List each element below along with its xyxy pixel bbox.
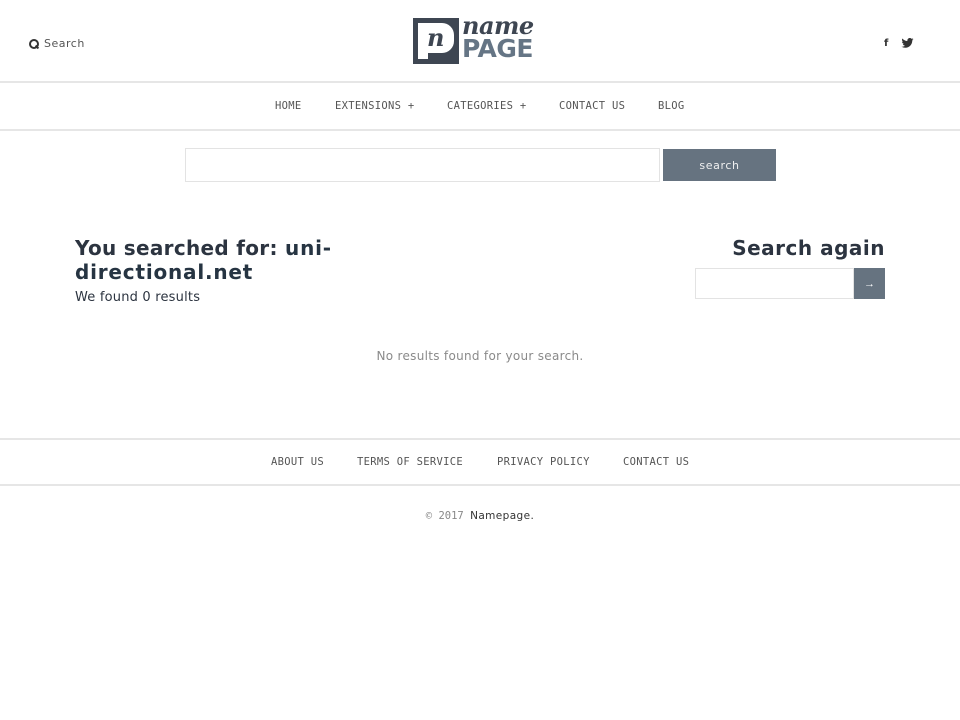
footer-link-terms[interactable]: TERMS OF SERVICE	[357, 456, 463, 468]
footer-link-about-us[interactable]: ABOUT US	[271, 456, 324, 468]
header-search-link[interactable]: Search	[29, 37, 85, 50]
logo-word-page: PAGE	[462, 34, 533, 63]
copyright: © 2017 Namepage.	[0, 510, 960, 522]
site-header: Search n name PAGE f	[0, 0, 960, 83]
main-search-button[interactable]: search	[663, 149, 776, 181]
searched-prefix: You searched for:	[75, 236, 286, 260]
main-search-input[interactable]	[185, 148, 660, 182]
footer-link-contact-us[interactable]: CONTACT US	[623, 456, 689, 468]
logo-wordmark: name PAGE	[462, 14, 534, 63]
footer-link-privacy[interactable]: PRIVACY POLICY	[497, 456, 590, 468]
search-again-title: Search again	[732, 236, 885, 260]
nav-home[interactable]: HOME	[275, 100, 302, 112]
logo-mark: n	[413, 18, 459, 64]
site-logo[interactable]: n name PAGE	[413, 14, 549, 64]
facebook-icon[interactable]: f	[884, 38, 888, 49]
nav-contact-us[interactable]: CONTACT US	[559, 100, 625, 112]
twitter-icon[interactable]	[901, 38, 914, 48]
results-count: We found 0 results	[75, 290, 201, 305]
nav-categories[interactable]: CATEGORIES +	[447, 100, 526, 112]
footer-nav: ABOUT US TERMS OF SERVICE PRIVACY POLICY…	[0, 438, 960, 486]
copyright-year: © 2017	[425, 510, 464, 522]
no-results-message: No results found for your search.	[376, 349, 584, 363]
copyright-brand-link[interactable]: Namepage.	[470, 510, 534, 522]
search-icon	[29, 38, 39, 49]
nav-blog[interactable]: BLOG	[658, 100, 685, 112]
main-nav: HOME EXTENSIONS + CATEGORIES + CONTACT U…	[0, 83, 960, 131]
search-results-heading: You searched for: uni-directional.net	[75, 236, 335, 284]
search-again-submit-button[interactable]: →	[854, 268, 885, 299]
nav-extensions[interactable]: EXTENSIONS +	[335, 100, 414, 112]
search-again-input[interactable]	[695, 268, 854, 299]
header-search-label: Search	[44, 37, 85, 50]
